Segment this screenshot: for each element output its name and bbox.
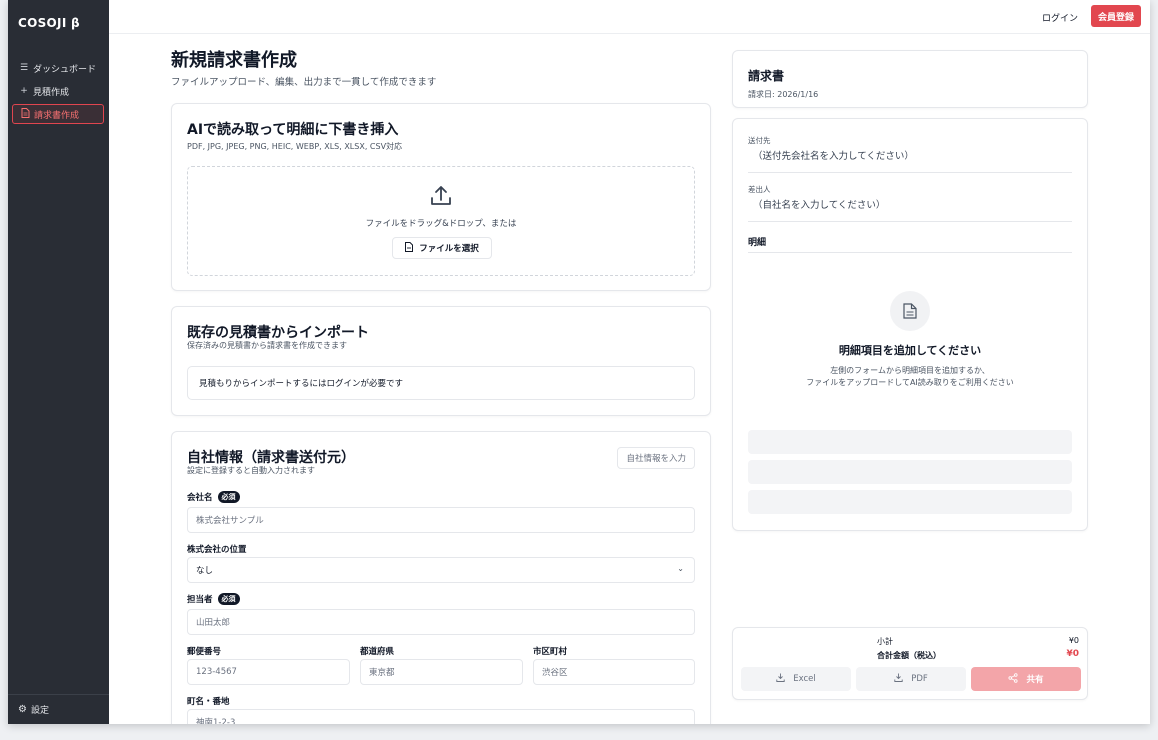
company-info-title: 自社情報（請求書送付元） [187,450,355,466]
import-card: 既存の見積書からインポート 保存済みの見積書から請求書を作成できます 見積もりか… [171,306,711,416]
signup-button[interactable]: 会員登録 [1090,5,1141,27]
required-badge: 必須 [217,593,240,605]
app-window: COSOJI β ☰ ダッシュボード + 見積作成 請求書作成 ⚙ 設定 ログイ… [8,0,1150,724]
sidebar-item-quote[interactable]: + 見積作成 [12,81,104,101]
sidebar: COSOJI β ☰ ダッシュボード + 見積作成 請求書作成 ⚙ 設定 [8,0,109,724]
plus-icon: + [20,86,28,96]
empty-items-line1: 左側のフォームから明細項目を追加するか、 [830,366,990,375]
company-position-value: なし [196,566,214,576]
login-required-notice: 見積もりからインポートするにはログインが必要です [187,366,695,400]
sender-label: 差出人 [748,185,771,194]
street-label: 町名・番地 [187,697,230,707]
excel-label: Excel [793,674,816,684]
recipient-label: 送付先 [748,136,771,145]
placeholder-row [748,460,1072,484]
choose-file-label: ファイルを選択 [419,244,479,254]
company-name-input[interactable]: 株式会社サンプル [187,507,695,533]
sidebar-item-label: 請求書作成 [34,110,80,121]
invoice-date: 請求日: 2026/1/16 [748,90,819,99]
company-name-label-text: 会社名 [187,493,213,503]
person-label: 担当者 必須 [187,593,240,605]
top-bar: ログイン 会員登録 [109,0,1150,34]
street-input[interactable]: 神南1-2-3 [187,709,695,724]
prefecture-label: 都道府県 [360,647,395,657]
prefecture-input[interactable]: 東京都 [360,659,523,685]
drop-text: ファイルをドラッグ&ドロップ、または [365,219,517,229]
total-value: ¥0 [1066,649,1079,659]
totals-card: 小計 ¥0 合計金額（税込） ¥0 Excel PDF 共有 [732,627,1088,700]
empty-items-title: 明細項目を追加してください [838,344,982,357]
page-title: 新規請求書作成 [171,50,297,71]
choose-file-button[interactable]: ファイルを選択 [392,237,492,259]
subtotal-label: 小計 [877,637,893,646]
required-badge: 必須 [217,491,240,503]
invoice-preview-card: 送付先 （送付先会社名を入力してください） 差出人 （自社名を入力してください）… [732,118,1088,531]
placeholder-row [748,490,1072,514]
chevron-down-icon: ⌄ [677,564,684,573]
file-icon [405,241,414,255]
company-info-subtitle: 設定に登録すると自動入力されます [187,466,315,475]
total-label: 合計金額（税込） [877,651,941,660]
sidebar-item-dashboard[interactable]: ☰ ダッシュボード [12,58,104,78]
ai-upload-title: AIで読み取って明細に下書き挿入 [187,122,399,138]
city-label: 市区町村 [533,647,568,657]
page-subtitle: ファイルアップロード、編集、出力まで一貫して作成できます [171,77,437,88]
company-info-card: 自社情報（請求書送付元） 設定に登録すると自動入力されます 自社情報を入力 会社… [171,431,711,724]
zip-input[interactable]: 123-4567 [187,659,350,685]
zip-label: 郵便番号 [187,647,222,657]
settings-label: 設定 [30,706,49,716]
invoice-header-card: 請求書 請求日: 2026/1/16 [732,50,1088,108]
share-label: 共有 [1026,675,1044,685]
import-subtitle: 保存済みの見積書から請求書を作成できます [187,341,347,350]
sidebar-item-label: ダッシュボード [33,64,97,75]
download-icon [776,673,785,685]
sender-value: （自社名を入力してください） [753,200,886,211]
subtotal-value: ¥0 [1068,636,1079,645]
gear-icon: ⚙ [18,704,27,715]
sidebar-item-invoice[interactable]: 請求書作成 [12,104,104,124]
company-position-label: 株式会社の位置 [187,545,247,555]
supported-formats: PDF, JPG, JPEG, PNG, HEIC, WEBP, XLS, XL… [187,142,403,151]
share-button[interactable]: 共有 [971,667,1081,691]
document-icon [890,291,930,331]
download-icon [894,673,903,685]
fill-company-button[interactable]: 自社情報を入力 [617,447,695,469]
empty-items-line2: ファイルをアップロードしてAI読み取りをご利用ください [806,378,1014,387]
excel-button[interactable]: Excel [741,667,851,691]
sidebar-item-label: 見積作成 [33,87,70,98]
share-icon [1008,672,1019,686]
company-position-select[interactable]: なし ⌄ [187,557,695,583]
ai-upload-card: AIで読み取って明細に下書き挿入 PDF, JPG, JPEG, PNG, HE… [171,103,711,291]
divider [748,252,1072,253]
import-title: 既存の見積書からインポート [187,325,369,341]
divider [748,221,1072,222]
sidebar-nav: ☰ ダッシュボード + 見積作成 請求書作成 [12,58,104,127]
file-dropzone[interactable]: ファイルをドラッグ&ドロップ、または ファイルを選択 [187,166,695,276]
pdf-button[interactable]: PDF [856,667,966,691]
person-input[interactable]: 山田太郎 [187,609,695,635]
pdf-label: PDF [911,674,928,684]
recipient-value: （送付先会社名を入力してください） [753,151,914,162]
city-input[interactable]: 渋谷区 [533,659,695,685]
person-label-text: 担当者 [187,595,213,605]
upload-icon [431,186,451,205]
items-label: 明細 [748,238,767,248]
sidebar-settings[interactable]: ⚙ 設定 [8,694,109,724]
app-brand: COSOJI β [18,16,80,30]
document-icon [19,107,31,121]
invoice-title: 請求書 [748,69,785,83]
list-icon: ☰ [19,63,29,73]
divider [748,172,1072,173]
placeholder-row [748,430,1072,454]
login-link[interactable]: ログイン [1042,11,1078,24]
company-name-label: 会社名 必須 [187,491,240,503]
